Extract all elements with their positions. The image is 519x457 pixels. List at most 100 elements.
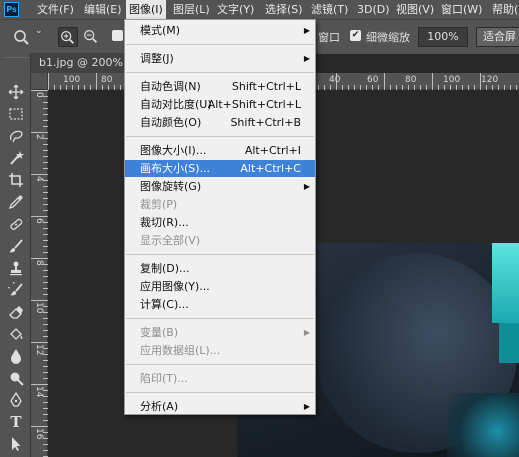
ruler-v-label: 0: [34, 92, 44, 98]
menu-separator: [126, 392, 314, 393]
menu-item-label: 变量(B): [140, 326, 179, 339]
image-menu-dropdown: 模式(M) ▶ 调整(J) ▶ 自动色调(N) Shift+Ctrl+L 自动对比度(U) A…: [124, 19, 316, 415]
zoom-out-icon[interactable]: [82, 27, 102, 47]
scrubby-zoom-label: 细微缩放: [366, 31, 410, 44]
menu-1[interactable]: 编辑(E): [81, 0, 125, 19]
eyedropper-tool-icon[interactable]: [6, 193, 26, 211]
image-menu-item-5[interactable]: 自动对比度(U) Alt+Shift+Ctrl+L: [125, 96, 315, 113]
menu-3[interactable]: 图层(L): [170, 0, 213, 19]
brush-tool-icon[interactable]: [6, 237, 26, 255]
menu-item-label: 应用图像(Y)...: [140, 280, 210, 293]
vertical-ruler-ticks: [31, 90, 48, 457]
ruler-v-label: 12: [34, 344, 44, 356]
blur-tool-icon[interactable]: [6, 347, 26, 365]
menu-item-label: 分析(A): [140, 400, 179, 413]
image-menu-item-10[interactable]: 图像旋转(G) ▶: [125, 178, 315, 195]
toolbox: T: [0, 53, 31, 457]
menu-item-label: 画布大小(S)...: [140, 162, 211, 175]
path-select-tool-icon[interactable]: [6, 435, 26, 453]
fit-screen-button[interactable]: 适合屏: [476, 27, 519, 47]
menu-separator: [126, 136, 314, 137]
image-menu-item-0[interactable]: 模式(M) ▶: [125, 22, 315, 39]
menu-item-label: 调整(J): [140, 52, 174, 65]
menu-7[interactable]: 3D(D): [354, 0, 393, 19]
image-menu-item-4[interactable]: 自动色调(N) Shift+Ctrl+L: [125, 78, 315, 95]
menu-item-label: 裁剪(P): [140, 198, 178, 211]
document-tab[interactable]: b1.jpg @ 200%(R: [31, 53, 139, 73]
menu-item-shortcut: Alt+Shift+Ctrl+L: [207, 98, 301, 111]
image-menu-item-9[interactable]: 画布大小(S)... Alt+Ctrl+C: [125, 160, 315, 177]
menu-item-label: 自动对比度(U): [140, 98, 212, 111]
eraser-tool-icon[interactable]: [6, 303, 26, 321]
image-menu-item-13: 显示全部(V): [125, 232, 315, 249]
submenu-arrow-icon: ▶: [303, 54, 310, 63]
crop-tool-icon[interactable]: [6, 171, 26, 189]
pen-tool-icon[interactable]: [6, 391, 26, 409]
scrubby-zoom-checkbox[interactable]: ✔: [350, 30, 361, 41]
image-menu-item-15[interactable]: 复制(D)...: [125, 260, 315, 277]
image-menu-item-8[interactable]: 图像大小(I)... Alt+Ctrl+I: [125, 142, 315, 159]
menu-item-label: 应用数据组(L)...: [140, 344, 221, 357]
image-menu-item-11: 裁剪(P): [125, 196, 315, 213]
ruler-corner: [31, 73, 48, 90]
menu-separator: [126, 318, 314, 319]
history-brush-tool-icon[interactable]: [6, 281, 26, 299]
lasso-tool-icon[interactable]: [6, 127, 26, 145]
submenu-arrow-icon: ▶: [303, 402, 310, 411]
image-menu-item-12[interactable]: 裁切(R)...: [125, 214, 315, 231]
image-menu-item-6[interactable]: 自动颜色(O) Shift+Ctrl+B: [125, 114, 315, 131]
submenu-arrow-icon: ▶: [303, 328, 310, 337]
chevron-down-icon[interactable]: ⌄: [35, 26, 43, 36]
image-menu-item-19: 变量(B) ▶: [125, 324, 315, 341]
menu-4[interactable]: 文字(Y): [214, 0, 257, 19]
menu-0[interactable]: 文件(F): [34, 0, 77, 19]
toolbox-grip[interactable]: [3, 57, 28, 64]
menu-item-label: 陷印(T)...: [140, 372, 188, 385]
ruler-v-label: 4: [34, 176, 44, 182]
menu-2[interactable]: 图像(I): [126, 0, 166, 19]
menu-item-label: 图像大小(I)...: [140, 144, 207, 157]
zoom-percentage-field[interactable]: 100%: [418, 27, 468, 47]
image-menu-item-17[interactable]: 计算(C)...: [125, 296, 315, 313]
menu-5[interactable]: 选择(S): [262, 0, 306, 19]
paint-bucket-tool-icon[interactable]: [6, 325, 26, 343]
menu-9[interactable]: 窗口(W): [438, 0, 485, 19]
menu-item-label: 模式(M): [140, 24, 181, 37]
ruler-v-label: 2: [34, 134, 44, 140]
menu-8[interactable]: 视图(V): [393, 0, 437, 19]
clone-stamp-tool-icon[interactable]: [6, 259, 26, 277]
marquee-tool-icon[interactable]: [6, 105, 26, 123]
zoom-in-icon[interactable]: [58, 27, 78, 47]
photoshop-logo-icon: Ps: [4, 2, 19, 17]
zoom-tool-preset-icon[interactable]: [12, 27, 32, 47]
menu-item-label: 显示全部(V): [140, 234, 201, 247]
image-menu-item-16[interactable]: 应用图像(Y)...: [125, 278, 315, 295]
move-tool-icon[interactable]: [6, 83, 26, 101]
ruler-v-label: 6: [34, 218, 44, 224]
ruler-v-label: 10: [34, 302, 44, 314]
type-tool-icon[interactable]: T: [6, 413, 26, 431]
ruler-h-label: 80: [405, 75, 417, 85]
menu-10[interactable]: 帮助(: [489, 0, 519, 19]
menu-item-shortcut: Shift+Ctrl+B: [230, 116, 301, 129]
image-menu-item-2[interactable]: 调整(J) ▶: [125, 50, 315, 67]
submenu-arrow-icon: ▶: [303, 182, 310, 191]
dodge-tool-icon[interactable]: [6, 369, 26, 387]
menu-separator: [126, 44, 314, 45]
checkbox-partial[interactable]: [112, 30, 123, 41]
menu-separator: [126, 72, 314, 73]
ruler-h-label: 100: [443, 75, 461, 85]
menu-item-shortcut: Alt+Ctrl+I: [244, 144, 301, 157]
menu-item-shortcut: Shift+Ctrl+L: [231, 80, 301, 93]
quick-select-tool-icon[interactable]: [6, 149, 26, 167]
menu-item-label: 复制(D)...: [140, 262, 190, 275]
menu-item-label: 自动颜色(O): [140, 116, 202, 129]
ruler-h-label: 100: [63, 75, 81, 85]
ruler-h-label: 80: [101, 75, 113, 85]
menu-item-label: 裁切(R)...: [140, 216, 189, 229]
image-menu-item-24[interactable]: 分析(A) ▶: [125, 398, 315, 415]
menu-6[interactable]: 滤镜(T): [308, 0, 351, 19]
menu-bar: Ps 文件(F) 编辑(E) 图像(I) 图层(L) 文字(Y) 选择(S) 滤镜(T) 3D…: [0, 0, 519, 19]
ruler-h-label: 60: [367, 75, 379, 85]
healing-brush-tool-icon[interactable]: [6, 215, 26, 233]
